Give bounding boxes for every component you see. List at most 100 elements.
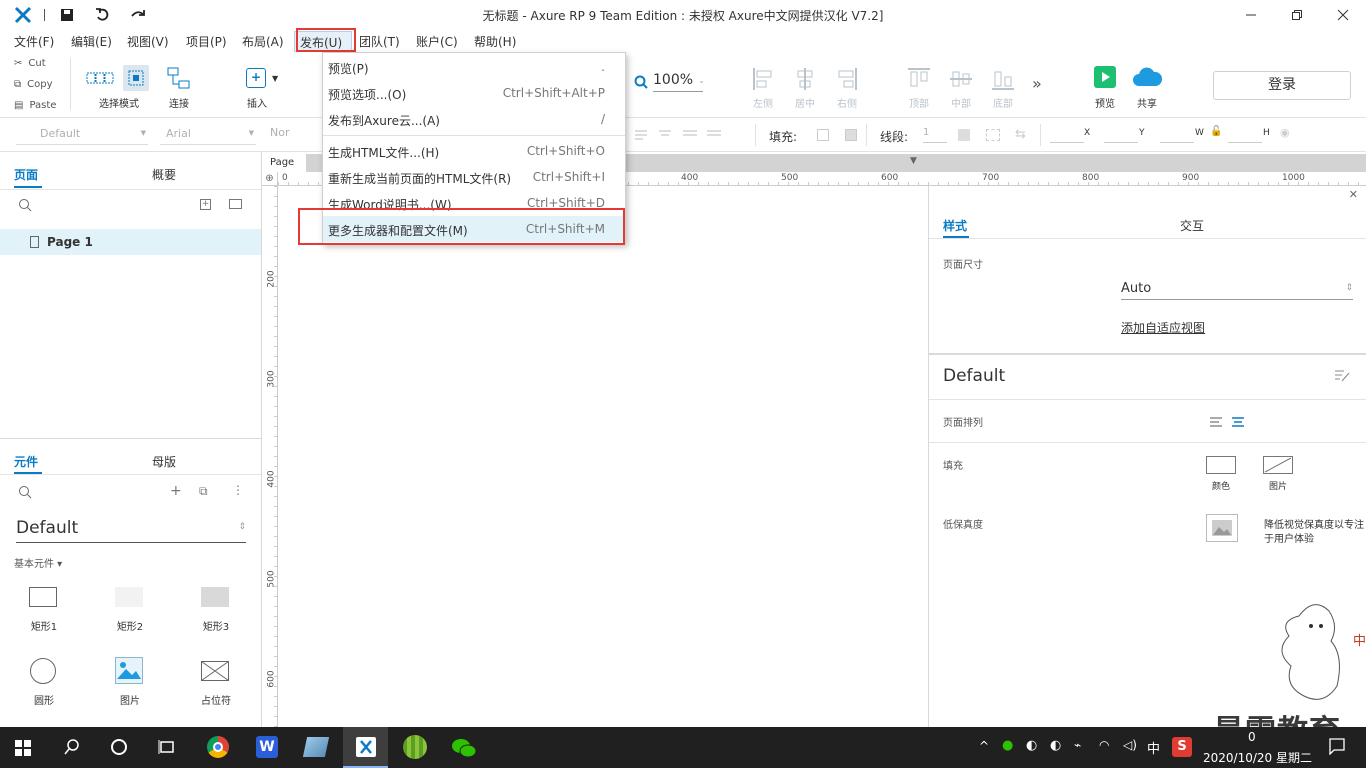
line-pattern-icon[interactable] <box>986 129 1000 141</box>
clock-time[interactable]: 0 <box>1248 730 1256 744</box>
windows-start-icon[interactable] <box>15 740 31 756</box>
arrow-style-icon[interactable]: ⇆ <box>1015 127 1026 142</box>
add-library-icon[interactable]: + <box>170 483 182 499</box>
font-style-select[interactable]: Nor <box>270 126 289 139</box>
more-tools-icon[interactable]: » <box>1032 74 1042 93</box>
lock-icon[interactable]: 🔓 <box>1210 126 1222 137</box>
select-mode-intersect-icon[interactable] <box>86 67 114 89</box>
chrome-icon[interactable] <box>207 736 229 758</box>
connect-icon[interactable] <box>167 66 191 90</box>
close-button[interactable] <box>1320 0 1366 30</box>
widget-circle[interactable] <box>30 658 56 684</box>
page-size-select[interactable]: Auto ⇕ <box>1121 280 1353 300</box>
login-button[interactable]: 登录 <box>1213 71 1351 100</box>
fill-color-swatch[interactable] <box>1206 456 1236 474</box>
select-mode-contain-icon[interactable] <box>123 65 149 91</box>
page-item-page1[interactable]: Page 1 <box>0 229 261 255</box>
taskbar-search-icon[interactable] <box>64 739 80 755</box>
menu-item-preview[interactable]: 预览(P) . <box>323 54 625 80</box>
add-folder-icon[interactable] <box>229 199 242 209</box>
cortana-icon[interactable] <box>111 739 127 755</box>
menu-view[interactable]: 视图(V) <box>127 33 169 50</box>
align-center-icon[interactable] <box>794 67 816 91</box>
library-select[interactable]: Default ⇕ <box>16 516 246 543</box>
tab-pages[interactable]: 页面 <box>14 166 38 183</box>
bamboo-app-icon[interactable] <box>403 735 427 759</box>
paste-button[interactable]: ▤ Paste <box>14 100 56 111</box>
tab-interaction[interactable]: 交互 <box>1180 217 1204 234</box>
tab-masters[interactable]: 母版 <box>152 453 176 470</box>
show-hidden-icons-chevron-icon[interactable]: ^ <box>979 739 989 753</box>
more-options-icon[interactable]: ⋮ <box>232 483 244 497</box>
line-width-input[interactable]: 1 <box>923 127 947 143</box>
widget-rect2[interactable] <box>115 587 143 607</box>
library-copy-icon[interactable]: ⧉ <box>199 484 208 499</box>
wechat-tray-icon[interactable]: ● <box>1002 738 1013 753</box>
insert-plus-icon[interactable]: + <box>246 68 266 88</box>
section-basic-widgets[interactable]: 基本元件 ▾ <box>14 555 62 570</box>
volume-icon[interactable]: ◁) <box>1123 738 1137 752</box>
close-icon[interactable]: ✕ <box>1349 188 1358 201</box>
menu-team[interactable]: 团队(T) <box>359 33 400 50</box>
align-left-icon[interactable] <box>752 67 774 91</box>
menu-project[interactable]: 项目(P) <box>186 33 227 50</box>
task-view-icon[interactable] <box>158 739 176 755</box>
menu-account[interactable]: 账户(C) <box>416 33 458 50</box>
tab-widgets[interactable]: 元件 <box>14 453 38 470</box>
fill-color-swatch[interactable] <box>817 129 829 141</box>
notebook-app-icon[interactable] <box>302 737 330 757</box>
cut-button[interactable]: ✂ Cut <box>14 58 46 69</box>
x-input[interactable] <box>1050 127 1084 143</box>
align-top-icon[interactable] <box>907 67 931 91</box>
edit-style-icon[interactable] <box>1334 369 1350 383</box>
visibility-eye-icon[interactable]: ◉ <box>1280 126 1290 139</box>
power-tray-icon[interactable]: ⌁ <box>1074 738 1081 752</box>
clock-date[interactable]: 2020/10/20 星期二 <box>1203 749 1312 766</box>
tab-outline[interactable]: 概要 <box>152 166 176 183</box>
fill-image-swatch[interactable] <box>1263 456 1293 474</box>
menu-item-publish-cloud[interactable]: 发布到Axure云...(A) / <box>323 106 625 132</box>
w-input[interactable] <box>1160 127 1194 143</box>
menu-edit[interactable]: 编辑(E) <box>71 33 112 50</box>
widget-placeholder-icon[interactable] <box>201 661 229 681</box>
align-bottom-icon[interactable] <box>991 67 1015 91</box>
wifi-icon[interactable]: ◠ <box>1099 738 1109 752</box>
add-page-icon[interactable]: + <box>200 199 211 210</box>
ime-indicator[interactable]: 中 <box>1147 738 1160 757</box>
widget-rect1[interactable] <box>29 587 57 607</box>
line-color-swatch[interactable] <box>958 129 970 141</box>
restore-button[interactable] <box>1274 0 1320 30</box>
axure-taskbar-button[interactable] <box>343 727 388 768</box>
qq-tray-icon-2[interactable]: ◐ <box>1050 738 1061 753</box>
share-cloud-icon[interactable] <box>1131 66 1163 88</box>
align-right-icon[interactable] <box>836 67 858 91</box>
insert-caret-icon[interactable]: ▼ <box>272 74 278 83</box>
text-align-icons[interactable] <box>633 128 729 142</box>
menu-item-preview-options[interactable]: 预览选项...(O) Ctrl+Shift+Alt+P <box>323 80 625 106</box>
wechat-icon[interactable] <box>451 737 477 759</box>
tab-overflow-icon[interactable]: ▼ <box>910 156 917 166</box>
wps-writer-icon[interactable]: W <box>256 736 278 758</box>
search-icon[interactable] <box>18 198 32 212</box>
add-adaptive-view-link[interactable]: 添加自适应视图 <box>1121 319 1205 336</box>
qq-tray-icon[interactable]: ◐ <box>1026 738 1037 753</box>
notification-icon[interactable] <box>1328 737 1346 756</box>
align-left-icon[interactable] <box>1209 416 1223 428</box>
copy-button[interactable]: ⧉ Copy <box>14 79 53 90</box>
h-input[interactable] <box>1228 127 1262 143</box>
search-icon[interactable] <box>18 485 32 499</box>
menu-layout[interactable]: 布局(A) <box>242 33 284 50</box>
page-tab[interactable]: Page <box>266 154 306 172</box>
y-input[interactable] <box>1104 127 1138 143</box>
fill-image-swatch[interactable] <box>845 129 857 141</box>
sogou-ime-icon[interactable]: S <box>1172 737 1192 757</box>
font-select[interactable]: Arial ▼ <box>160 125 256 145</box>
align-middle-icon[interactable] <box>949 67 973 91</box>
widget-rect3[interactable] <box>201 587 229 607</box>
zoom-select[interactable]: 100% ⌄ <box>653 72 705 92</box>
style-select[interactable]: Default ▼ <box>16 125 148 145</box>
widget-image-icon[interactable] <box>115 657 143 684</box>
menu-item-regenerate-html[interactable]: 重新生成当前页面的HTML文件(R) Ctrl+Shift+I <box>323 164 625 190</box>
menu-help[interactable]: 帮助(H) <box>474 33 516 50</box>
menu-item-generate-html[interactable]: 生成HTML文件...(H) Ctrl+Shift+O <box>323 138 625 164</box>
